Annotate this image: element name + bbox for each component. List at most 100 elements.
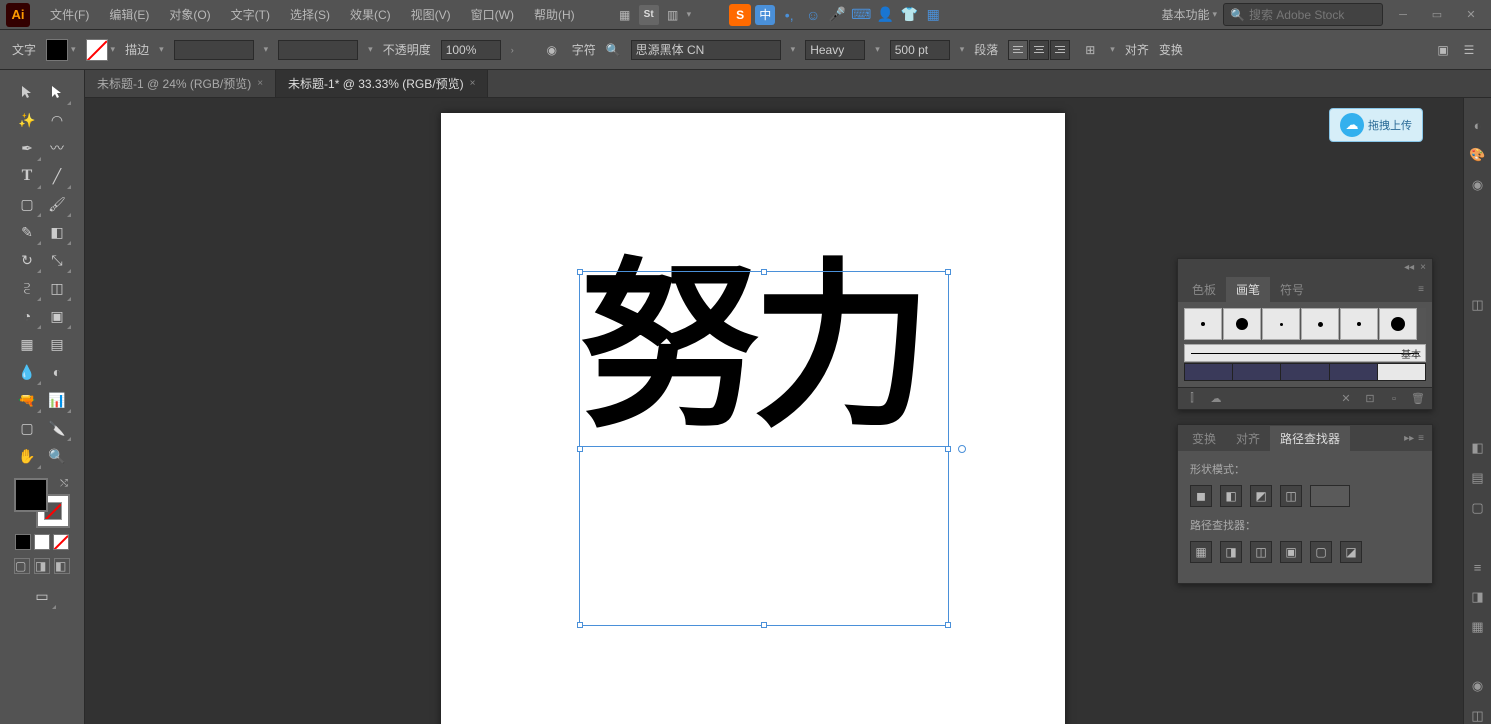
brush-preset[interactable] (1379, 308, 1417, 340)
symbol-sprayer-tool[interactable]: 🔫 (12, 386, 42, 414)
ime-person-icon[interactable]: 👤 (875, 5, 895, 25)
stroke-icon[interactable]: ≡ (1469, 560, 1487, 575)
zoom-tool[interactable]: 🔍 (42, 442, 72, 470)
swatches-tab[interactable]: 色板 (1182, 277, 1226, 302)
font-size-input[interactable]: 500 pt (890, 40, 950, 60)
pattern-brush[interactable] (1184, 363, 1233, 381)
cloud-upload-button[interactable]: ☁ 拖拽上传 (1329, 108, 1423, 142)
align-right-button[interactable] (1050, 40, 1070, 60)
panel-close-icon[interactable]: × (1420, 262, 1426, 273)
divide-button[interactable]: ▦ (1190, 541, 1212, 563)
perspective-tool[interactable]: ▣ (42, 302, 72, 330)
minus-front-button[interactable]: ◧ (1220, 485, 1242, 507)
ime-punct-icon[interactable]: •, (779, 5, 799, 25)
curvature-tool[interactable]: 〰 (42, 134, 72, 162)
ime-keyboard-icon[interactable]: ⌨ (851, 5, 871, 25)
eyedropper-tool[interactable]: 💧 (12, 358, 42, 386)
window-restore[interactable]: ▭ (1423, 5, 1451, 25)
pathfinder-tab[interactable]: 路径查找器 (1270, 426, 1350, 451)
menu-select[interactable]: 选择(S) (280, 6, 340, 23)
variable-width-input[interactable] (278, 40, 358, 60)
brush-preset[interactable] (1184, 308, 1222, 340)
menu-edit[interactable]: 编辑(E) (99, 6, 159, 23)
type-tool[interactable]: T (12, 162, 42, 190)
panel-menu-icon[interactable]: ≡ (1418, 284, 1424, 295)
font-weight-input[interactable]: Heavy (805, 40, 865, 60)
menu-help[interactable]: 帮助(H) (524, 6, 585, 23)
stroke-color-picker[interactable]: ▾ (86, 39, 116, 61)
delete-icon[interactable]: 🗑 (1410, 391, 1426, 407)
menu-window[interactable]: 窗口(W) (461, 6, 524, 23)
sogou-icon[interactable]: S (729, 4, 751, 26)
options-icon[interactable]: ☰ (1459, 40, 1479, 60)
gradient-mode[interactable] (34, 534, 50, 550)
stroke-weight-input[interactable] (174, 40, 254, 60)
exclude-button[interactable]: ◫ (1280, 485, 1302, 507)
scale-tool[interactable]: ⤡ (42, 246, 72, 274)
tab-close-icon[interactable]: × (470, 78, 476, 89)
menu-file[interactable]: 文件(F) (40, 6, 99, 23)
properties-panel-icon[interactable]: ◐ (1469, 118, 1487, 133)
stock-icon[interactable]: St (639, 5, 659, 25)
brush-preset[interactable] (1223, 308, 1261, 340)
blend-tool[interactable]: ◐ (42, 358, 72, 386)
arrange-icon[interactable]: ▥ (663, 5, 683, 25)
menu-object[interactable]: 对象(O) (159, 6, 220, 23)
opacity-input[interactable]: 100% (441, 40, 501, 60)
stacked-icon[interactable]: ▤ (1469, 470, 1487, 486)
artboards-icon[interactable]: ▢ (1469, 500, 1487, 516)
tab-close-icon[interactable]: × (257, 78, 263, 89)
panel-menu-icon[interactable]: ≡ (1418, 433, 1424, 444)
ime-toolbox-icon[interactable]: ▦ (923, 5, 943, 25)
ime-voice-icon[interactable]: 🎤 (827, 5, 847, 25)
area-type-icon[interactable]: ⊞ (1080, 40, 1100, 60)
rectangle-tool[interactable]: ▢ (12, 190, 42, 218)
pattern-brush[interactable] (1330, 363, 1378, 381)
menu-effect[interactable]: 效果(C) (340, 6, 401, 23)
eraser-tool[interactable]: ◧ (42, 218, 72, 246)
adobe-stock-search[interactable]: 🔍 搜索 Adobe Stock (1223, 3, 1383, 26)
panel-collapse-icon[interactable]: ◂◂ (1404, 262, 1414, 273)
pattern-brush[interactable] (1233, 363, 1281, 381)
graphic-styles-icon[interactable]: ◫ (1469, 708, 1487, 724)
draw-behind[interactable]: ◨ (34, 558, 50, 574)
fill-color-picker[interactable]: ▾ (46, 39, 76, 61)
document-tab-1[interactable]: 未标题-1 @ 24% (RGB/预览) × (85, 70, 276, 97)
appearance-icon[interactable]: ◉ (1469, 678, 1487, 694)
magic-wand-tool[interactable]: ✨ (12, 106, 42, 134)
brush-preset[interactable] (1340, 308, 1378, 340)
align-tab[interactable]: 对齐 (1226, 426, 1270, 451)
libraries-icon[interactable]: ☁ (1208, 391, 1224, 407)
align-label[interactable]: 对齐 (1125, 41, 1149, 58)
lasso-tool[interactable]: ◠ (42, 106, 72, 134)
window-minimize[interactable]: ─ (1389, 5, 1417, 25)
outline-button[interactable]: ▢ (1310, 541, 1332, 563)
color-guide-icon[interactable]: ◉ (1469, 177, 1487, 193)
align-left-button[interactable] (1008, 40, 1028, 60)
bridge-icon[interactable]: ▦ (615, 5, 635, 25)
menu-view[interactable]: 视图(V) (401, 6, 461, 23)
line-tool[interactable]: ╱ (42, 162, 72, 190)
unite-button[interactable]: ◼ (1190, 485, 1212, 507)
intersect-button[interactable]: ◩ (1250, 485, 1272, 507)
graph-tool[interactable]: 📊 (42, 386, 72, 414)
minus-back-button[interactable]: ◪ (1340, 541, 1362, 563)
color-panel-icon[interactable]: 🎨 (1469, 147, 1487, 163)
trim-button[interactable]: ◨ (1220, 541, 1242, 563)
recolor-icon[interactable]: ◉ (542, 40, 562, 60)
panel-expand-icon[interactable]: ▸▸ (1404, 433, 1414, 444)
fill-stroke-indicator[interactable]: ⤭ (14, 478, 70, 528)
canvas-area[interactable]: 努力 ☁ 拖拽上传 ◂◂ × 色板 (85, 98, 1463, 724)
brush-preset[interactable] (1301, 308, 1339, 340)
merge-button[interactable]: ◫ (1250, 541, 1272, 563)
slice-tool[interactable]: 🔪 (42, 414, 72, 442)
new-brush-icon[interactable]: ▫ (1386, 391, 1402, 407)
shaper-tool[interactable]: ✎ (12, 218, 42, 246)
gradient-tool[interactable]: ▤ (42, 330, 72, 358)
window-close[interactable]: ✕ (1457, 5, 1485, 25)
font-family-input[interactable]: 思源黑体 CN (631, 40, 781, 60)
align-center-button[interactable] (1029, 40, 1049, 60)
hand-tool[interactable]: ✋ (12, 442, 42, 470)
libraries-icon[interactable]: ◫ (1469, 297, 1487, 313)
shape-builder-tool[interactable]: ◔ (12, 302, 42, 330)
